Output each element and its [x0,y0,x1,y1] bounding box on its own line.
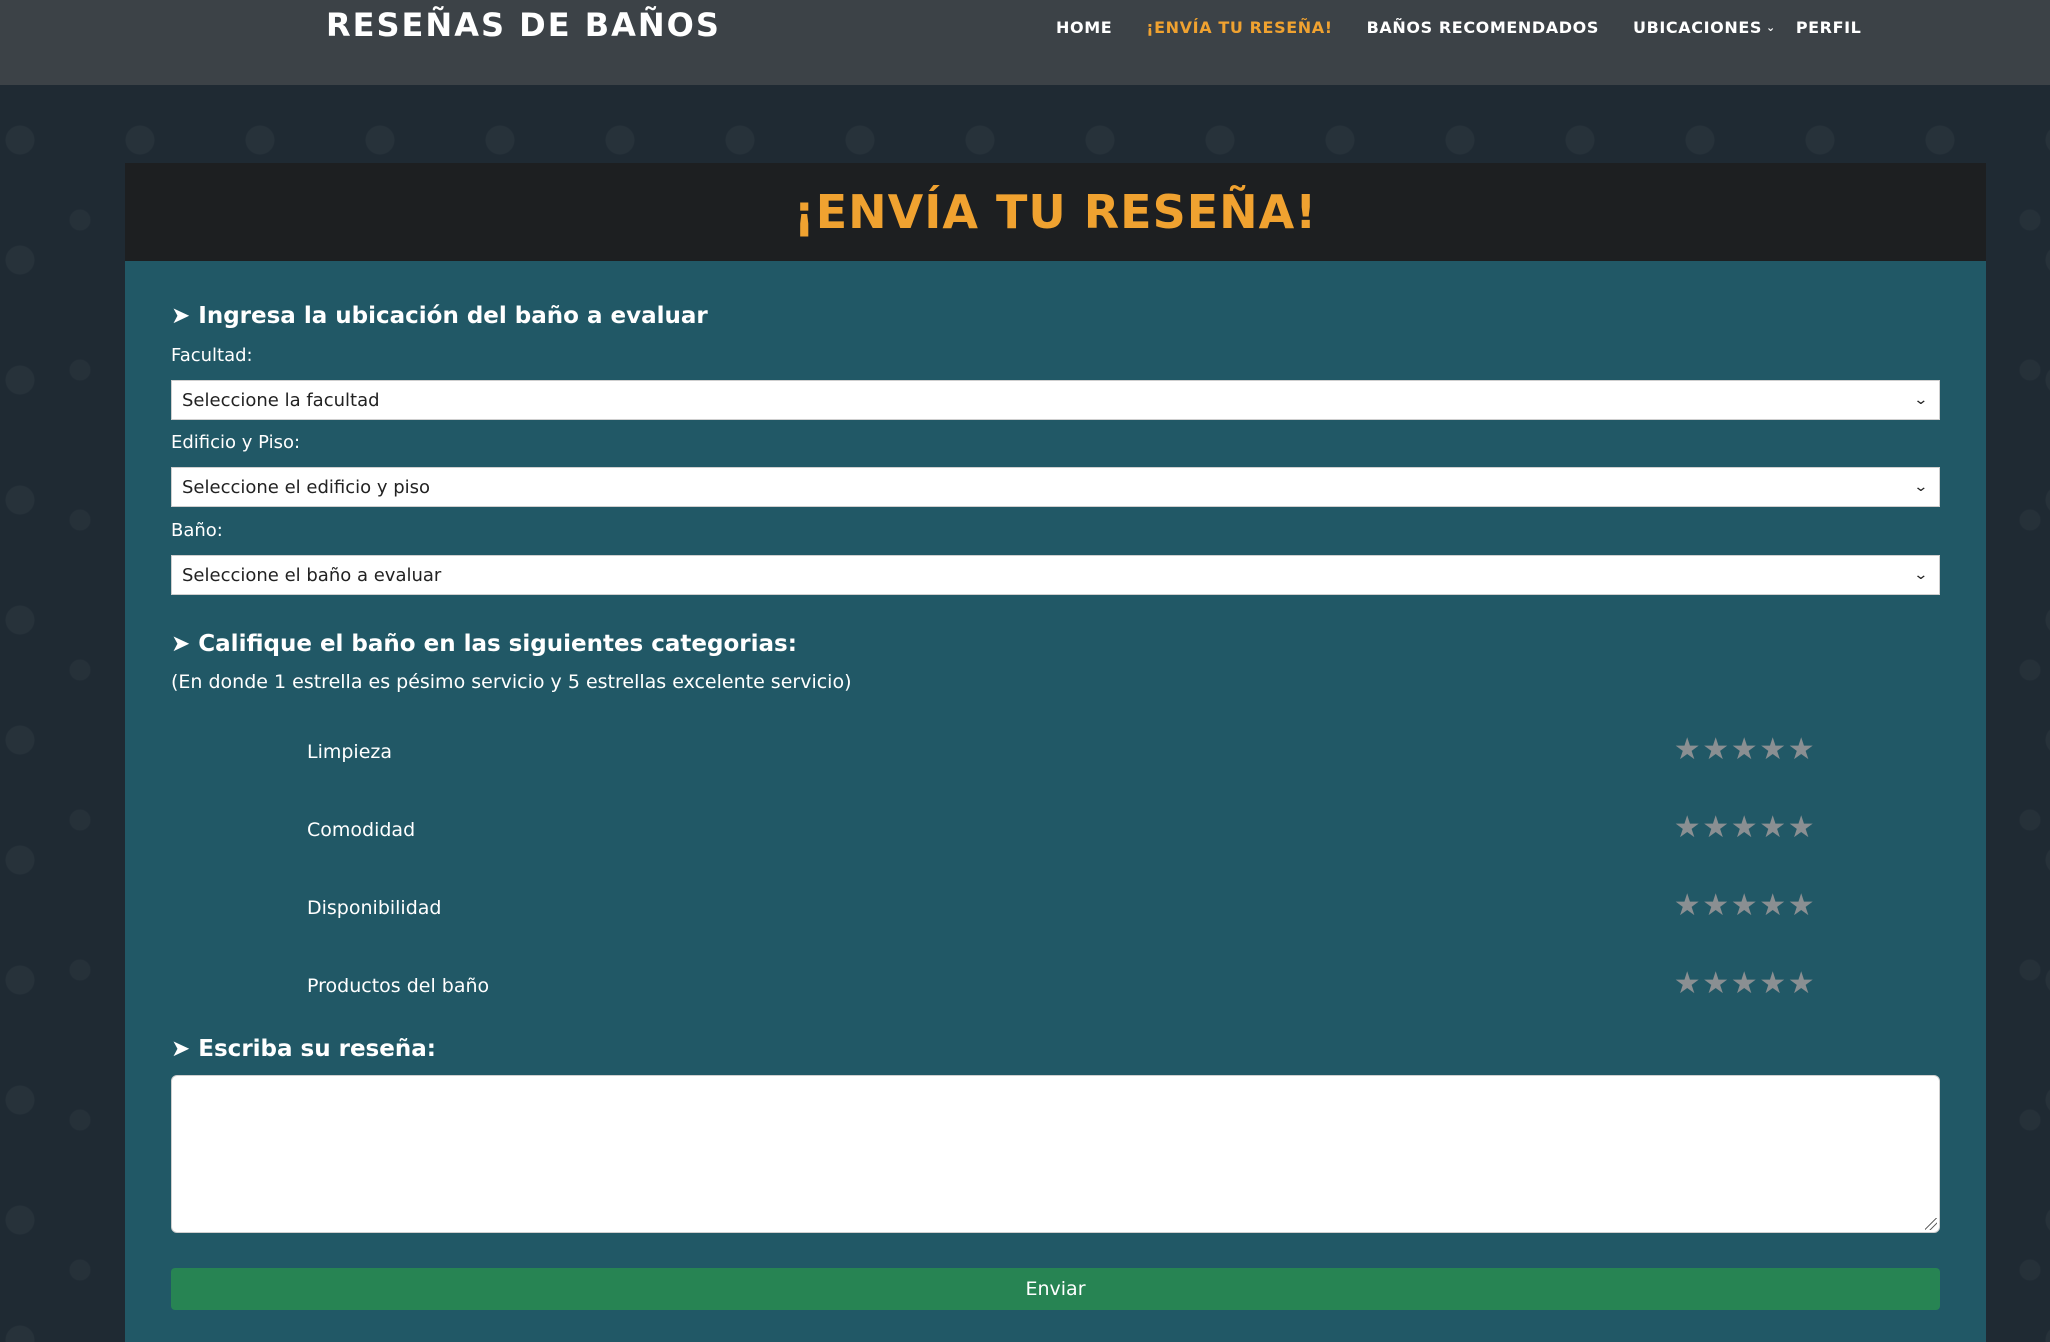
star-icon[interactable]: ★ [1730,811,1759,845]
bathroom-label: Baño: [171,520,223,541]
rating-row-comfort: Comodidad ★ ★ ★ ★ ★ [125,811,1986,851]
star-icon[interactable]: ★ [1702,967,1731,1001]
nav-locations-label: UBICACIONES [1632,18,1762,37]
faculty-select-value: Seleccione la facultad [182,389,380,411]
bathroom-select-value: Seleccione el baño a evaluar [182,564,442,586]
location-section-title: ➤ Ingresa la ubicación del baño a evalua… [171,303,708,329]
faculty-label: Facultad: [171,345,253,366]
rating-section-title: ➤ Califique el baño en las siguientes ca… [171,631,797,657]
nav-recommended[interactable]: BAÑOS RECOMENDADOS [1367,18,1599,37]
star-icon[interactable]: ★ [1702,811,1731,845]
rating-row-products: Productos del baño ★ ★ ★ ★ ★ [125,967,1986,1007]
review-form: ➤ Ingresa la ubicación del baño a evalua… [125,261,1986,1342]
card-header: ¡ENVÍA TU RESEÑA! [125,163,1986,261]
nav-links: HOME ¡ENVÍA TU RESEÑA! BAÑOS RECOMENDADO… [1056,18,1895,37]
rating-label: Productos del baño [307,975,490,997]
star-icon[interactable]: ★ [1730,733,1759,767]
chevron-down-icon: ⌄ [1913,392,1929,408]
building-floor-select[interactable]: Seleccione el edificio y piso ⌄ [171,467,1940,507]
rating-label: Disponibilidad [307,897,442,919]
nav-locations-dropdown[interactable]: UBICACIONES ⌄ [1633,18,1776,37]
chevron-down-icon: ⌄ [1766,21,1776,34]
nav-home[interactable]: HOME [1056,18,1112,37]
star-icon[interactable]: ★ [1673,967,1702,1001]
star-icon[interactable]: ★ [1759,733,1788,767]
rating-hint: (En donde 1 estrella es pésimo servicio … [171,671,852,693]
review-section-title: ➤ Escriba su reseña: [171,1036,436,1062]
review-form-card: ¡ENVÍA TU RESEÑA! ➤ Ingresa la ubicación… [125,163,1986,1342]
faculty-select[interactable]: Seleccione la facultad ⌄ [171,380,1940,420]
star-icon[interactable]: ★ [1787,967,1816,1001]
site-brand[interactable]: RESEÑAS DE BAÑOS [326,6,721,44]
resize-handle-icon[interactable] [1925,1218,1937,1230]
nav-send-review[interactable]: ¡ENVÍA TU RESEÑA! [1146,18,1332,37]
submit-button[interactable]: Enviar [171,1268,1940,1310]
star-icon[interactable]: ★ [1759,967,1788,1001]
page-title: ¡ENVÍA TU RESEÑA! [793,185,1318,239]
chevron-down-icon: ⌄ [1913,567,1929,583]
rating-label: Limpieza [307,741,393,763]
star-icon[interactable]: ★ [1702,733,1731,767]
star-icon[interactable]: ★ [1730,889,1759,923]
star-icon[interactable]: ★ [1730,967,1759,1001]
nav-profile[interactable]: PERFIL [1796,18,1862,37]
star-icon[interactable]: ★ [1759,811,1788,845]
bathroom-select[interactable]: Seleccione el baño a evaluar ⌄ [171,555,1940,595]
star-icon[interactable]: ★ [1673,811,1702,845]
star-rating: ★ ★ ★ ★ ★ [1673,967,1816,1001]
rating-row-availability: Disponibilidad ★ ★ ★ ★ ★ [125,889,1986,929]
building-floor-select-value: Seleccione el edificio y piso [182,476,431,498]
chevron-down-icon: ⌄ [1913,479,1929,495]
star-icon[interactable]: ★ [1702,889,1731,923]
rating-row-cleanliness: Limpieza ★ ★ ★ ★ ★ [125,733,1986,773]
star-rating: ★ ★ ★ ★ ★ [1673,889,1816,923]
star-icon[interactable]: ★ [1759,889,1788,923]
rating-label: Comodidad [307,819,416,841]
star-icon[interactable]: ★ [1673,889,1702,923]
review-textarea[interactable] [171,1075,1940,1233]
star-icon[interactable]: ★ [1787,889,1816,923]
star-icon[interactable]: ★ [1787,733,1816,767]
star-icon[interactable]: ★ [1673,733,1702,767]
star-rating: ★ ★ ★ ★ ★ [1673,811,1816,845]
star-icon[interactable]: ★ [1787,811,1816,845]
star-rating: ★ ★ ★ ★ ★ [1673,733,1816,767]
building-floor-label: Edificio y Piso: [171,432,301,453]
top-navbar: RESEÑAS DE BAÑOS HOME ¡ENVÍA TU RESEÑA! … [0,0,2050,85]
